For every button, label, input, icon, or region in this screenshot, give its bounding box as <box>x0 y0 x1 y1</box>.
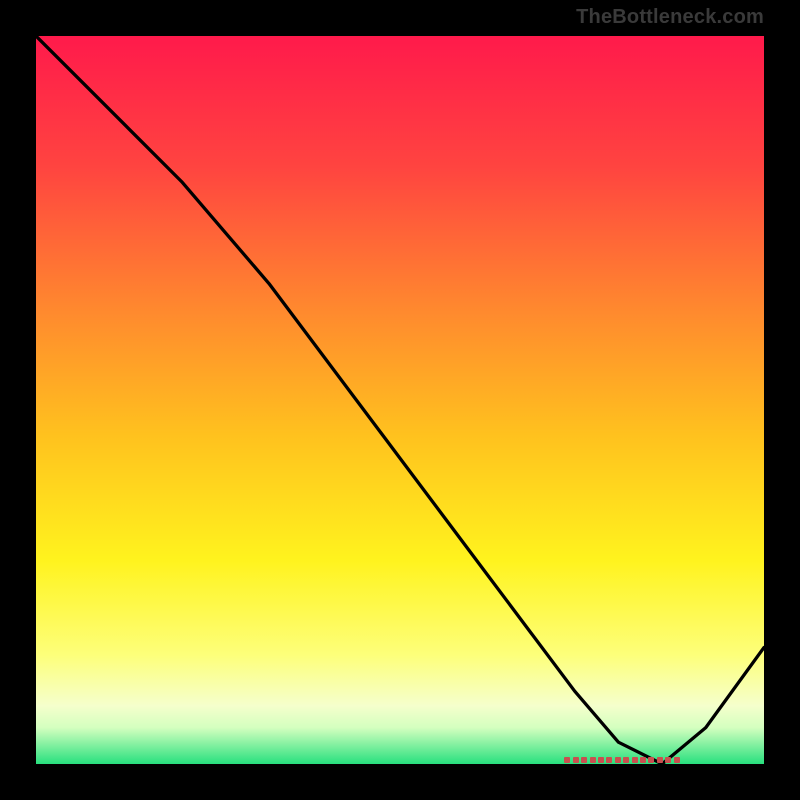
scatter-point <box>615 757 621 763</box>
scatter-point <box>590 757 596 763</box>
scatter-point <box>564 757 570 763</box>
scatter-point <box>632 757 638 763</box>
scatter-point <box>674 757 680 763</box>
scatter-point <box>623 757 629 763</box>
scatter-point <box>606 757 612 763</box>
scatter-point <box>648 757 654 763</box>
watermark-label: TheBottleneck.com <box>576 6 764 29</box>
scatter-point <box>581 757 587 763</box>
chart-scatter-band <box>36 36 764 764</box>
chart-plot <box>36 36 764 764</box>
scatter-point <box>665 757 671 763</box>
scatter-point <box>573 757 579 763</box>
scatter-point <box>640 757 646 763</box>
scatter-point <box>598 757 604 763</box>
scatter-point <box>657 757 663 763</box>
